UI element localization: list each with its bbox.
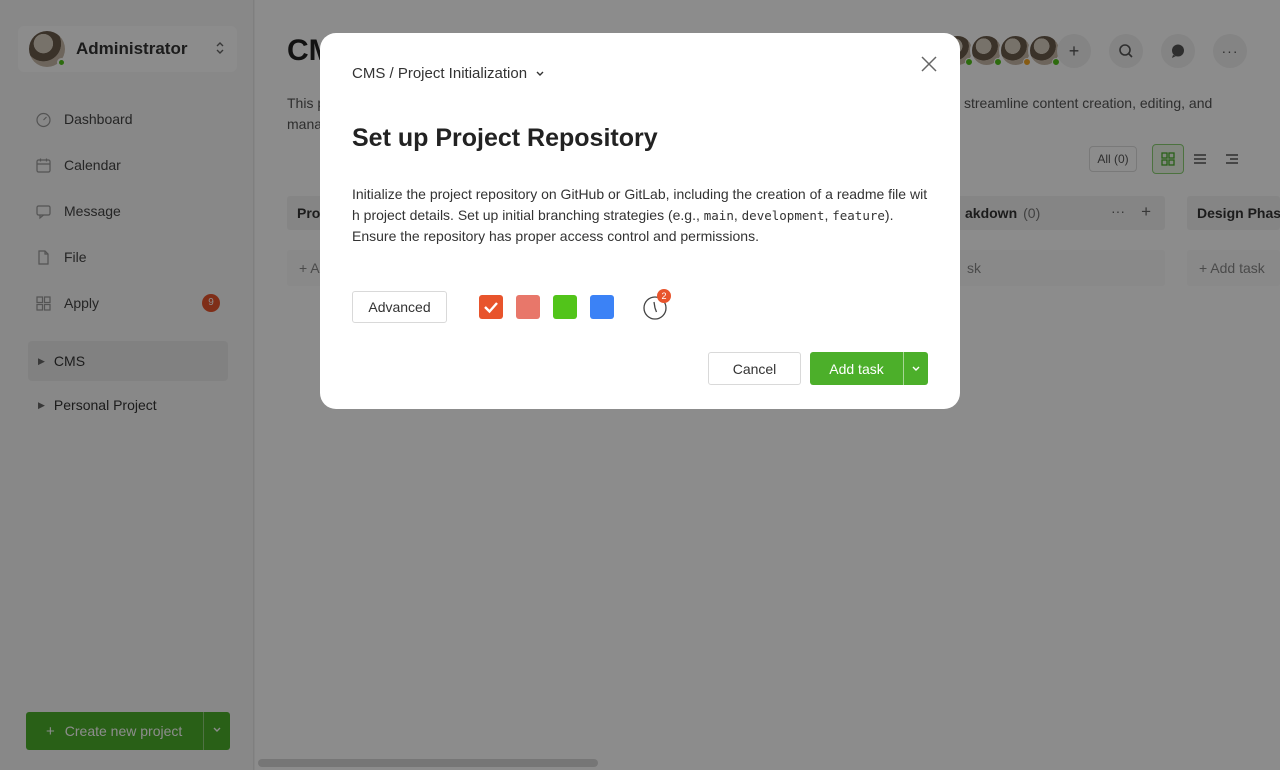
chevron-down-icon — [536, 71, 544, 76]
desc-line-3: Ensure the repository has proper access … — [352, 228, 759, 244]
add-task-modal: CMS / Project Initialization Set up Proj… — [320, 33, 960, 409]
code-development: development — [741, 208, 825, 223]
breadcrumb-label: CMS / Project Initialization — [352, 65, 528, 82]
reminder-count-badge: 2 — [657, 289, 671, 303]
advanced-button[interactable]: Advanced — [352, 291, 447, 323]
cancel-button[interactable]: Cancel — [708, 352, 801, 385]
add-task-submit-button[interactable]: Add task — [810, 352, 928, 385]
color-swatch-green[interactable] — [553, 295, 577, 319]
color-swatch-salmon[interactable] — [516, 295, 540, 319]
code-feature: feature — [832, 208, 885, 223]
add-task-main[interactable]: Add task — [810, 352, 904, 385]
desc-line-1: Initialize the project repository on Git… — [352, 186, 921, 202]
desc-line-2b: ). — [884, 207, 894, 223]
chevron-down-icon[interactable] — [904, 352, 928, 385]
color-swatch-blue[interactable] — [590, 295, 614, 319]
breadcrumb[interactable]: CMS / Project Initialization — [352, 65, 545, 82]
color-swatch-orange[interactable] — [479, 295, 503, 319]
close-icon[interactable] — [918, 53, 940, 75]
task-description[interactable]: Initialize the project repository on Git… — [352, 184, 930, 247]
check-icon — [484, 302, 498, 314]
task-title[interactable]: Set up Project Repository — [352, 124, 658, 153]
code-main: main — [703, 208, 734, 223]
